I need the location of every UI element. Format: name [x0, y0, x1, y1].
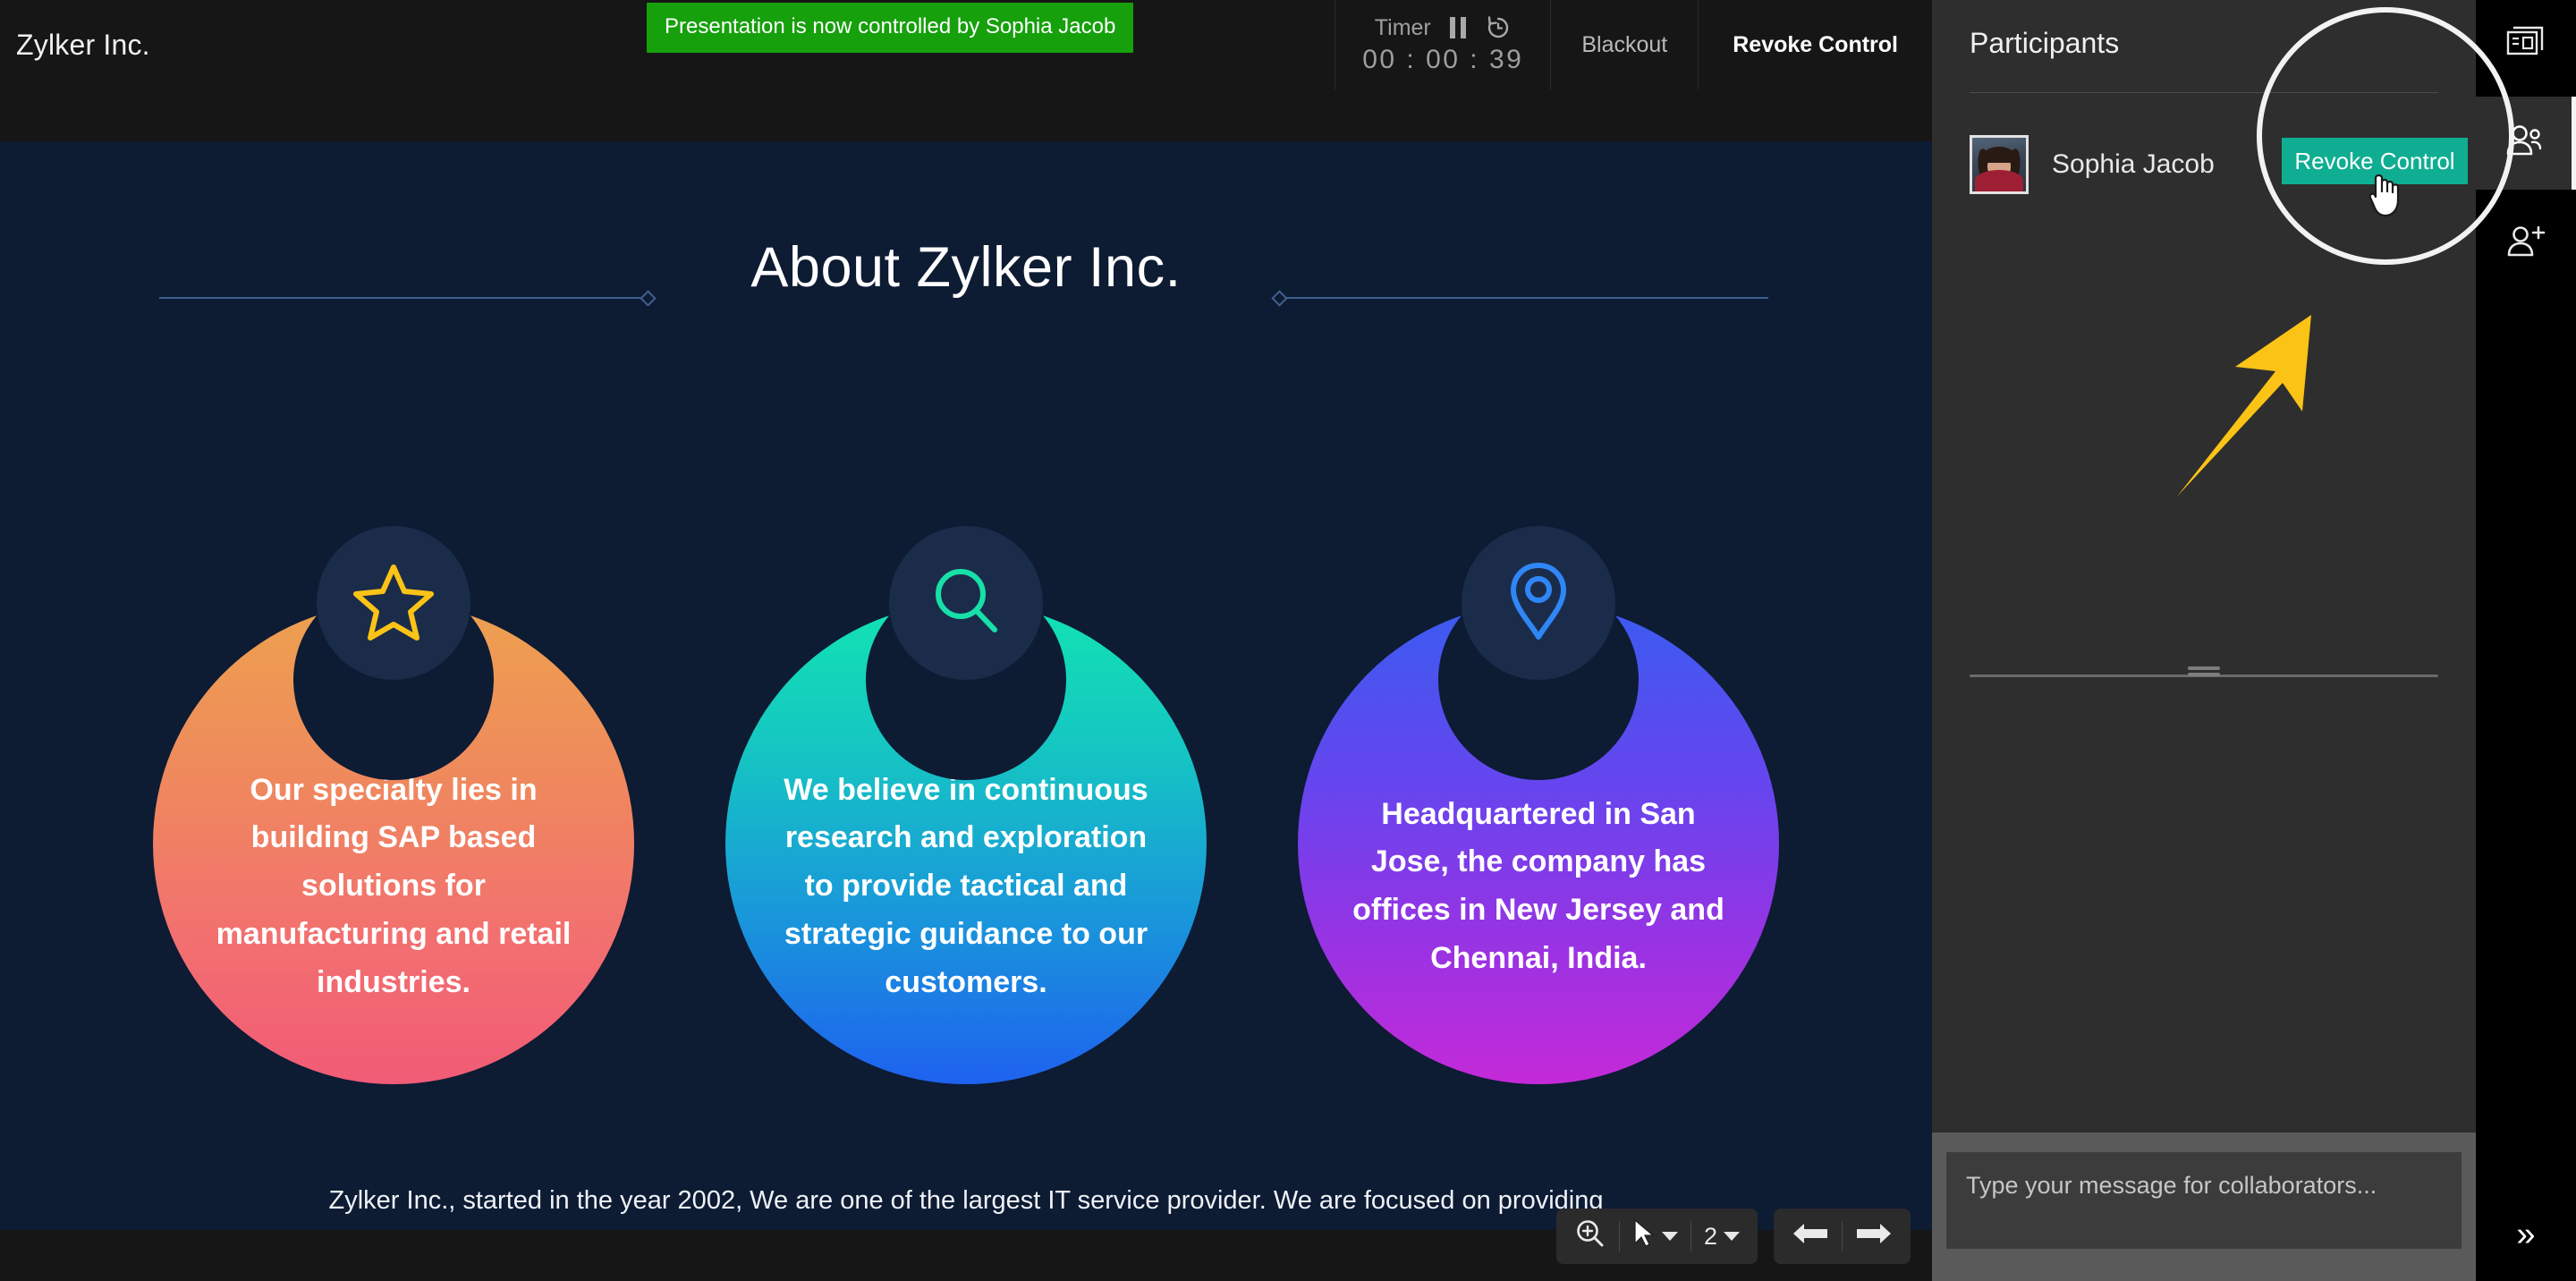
pause-icon[interactable] [1446, 14, 1470, 41]
feature-text: Our specialty lies in building SAP based… [216, 772, 572, 999]
chevron-down-icon [1724, 1232, 1741, 1241]
arrow-right-icon [1855, 1220, 1893, 1253]
collapse-panel-button[interactable]: » [2476, 1208, 2576, 1261]
revoke-control-button[interactable]: Revoke Control [1698, 0, 1932, 89]
timer-reset-icon[interactable] [1485, 14, 1512, 41]
title-rule-right [1271, 289, 1768, 307]
participants-panel-title: Participants [1970, 27, 2120, 59]
previous-slide-button[interactable] [1779, 1209, 1842, 1264]
slide-letterbox-top [0, 89, 1932, 141]
top-bar-controls: Timer 00 : 00: 39 Blackout Revoke Contr… [1335, 0, 1932, 89]
view-tool-group: 2 [1556, 1209, 1758, 1264]
title-rule-left [159, 289, 657, 307]
arrow-left-icon [1792, 1220, 1829, 1253]
deck-title: Zylker Inc. [16, 28, 150, 61]
callout-arrow [2168, 304, 2374, 514]
feature-circles: Our specialty lies in building SAP based… [0, 526, 1932, 1099]
right-icon-rail: » [2476, 0, 2576, 1281]
participant-name: Sophia Jacob [2052, 149, 2215, 179]
feature-card: Headquartered in San Jose, the company h… [1298, 526, 1779, 1099]
add-participant-tab[interactable] [2476, 199, 2576, 288]
zoom-in-icon [1574, 1217, 1606, 1256]
chevron-down-icon [1662, 1232, 1678, 1241]
feature-text: Headquartered in San Jose, the company h… [1352, 796, 1724, 975]
zoom-in-button[interactable] [1562, 1209, 1619, 1264]
timer-header: Timer [1375, 14, 1512, 41]
app-window: Zylker Inc. Presentation is now controll… [0, 0, 2576, 1281]
navigation-tool-group [1774, 1209, 1911, 1264]
feature-card: Our specialty lies in building SAP based… [153, 526, 634, 1099]
presenter-notes-icon [2505, 25, 2546, 65]
presenter-notes-tab[interactable] [2476, 0, 2576, 89]
control-toast: Presentation is now controlled by Sophia… [647, 3, 1134, 53]
panel-resize-handle[interactable] [1970, 666, 2438, 677]
timer-label: Timer [1374, 14, 1431, 40]
panel-divider [1970, 92, 2438, 93]
timer-widget[interactable]: Timer 00 : 00: 39 [1335, 0, 1550, 89]
slide-title: About Zylker Inc. [750, 236, 1182, 299]
pointing-hand-cursor [2367, 170, 2408, 223]
feature-icon-badge [1462, 526, 1615, 680]
location-pin-icon [1503, 558, 1574, 649]
search-icon [925, 560, 1007, 647]
page-number-value: 2 [1704, 1222, 1718, 1250]
pointer-icon [1632, 1218, 1656, 1255]
slide-paragraph: Zylker Inc., started in the year 2002, W… [328, 1186, 1604, 1215]
add-participant-icon [2504, 225, 2547, 263]
page-number-button[interactable]: 2 [1691, 1209, 1752, 1264]
participants-icon [2504, 124, 2547, 163]
pointer-tool-button[interactable] [1620, 1209, 1690, 1264]
star-icon [352, 562, 435, 645]
slide-toolbar: 2 [1556, 1209, 1911, 1264]
chat-compose-area [1932, 1133, 2476, 1281]
participants-tab[interactable] [2476, 97, 2576, 190]
blackout-button[interactable]: Blackout [1550, 0, 1698, 89]
avatar [1970, 135, 2029, 194]
feature-card: We believe in continuous research and ex… [725, 526, 1207, 1099]
feature-icon-badge [317, 526, 470, 680]
chat-input[interactable] [1946, 1152, 2462, 1249]
top-bar: Zylker Inc. Presentation is now controll… [0, 0, 1932, 89]
slide-canvas[interactable]: About Zylker Inc. Our specialty lies in … [0, 141, 1932, 1230]
timer-value: 00 : 00 : 39 [1362, 45, 1524, 74]
feature-text: We believe in continuous research and ex… [784, 772, 1148, 999]
resize-grip-icon [2188, 666, 2220, 679]
feature-icon-badge [889, 526, 1043, 680]
next-slide-button[interactable] [1843, 1209, 1905, 1264]
chevron-double-right-icon: » [2516, 1215, 2536, 1253]
